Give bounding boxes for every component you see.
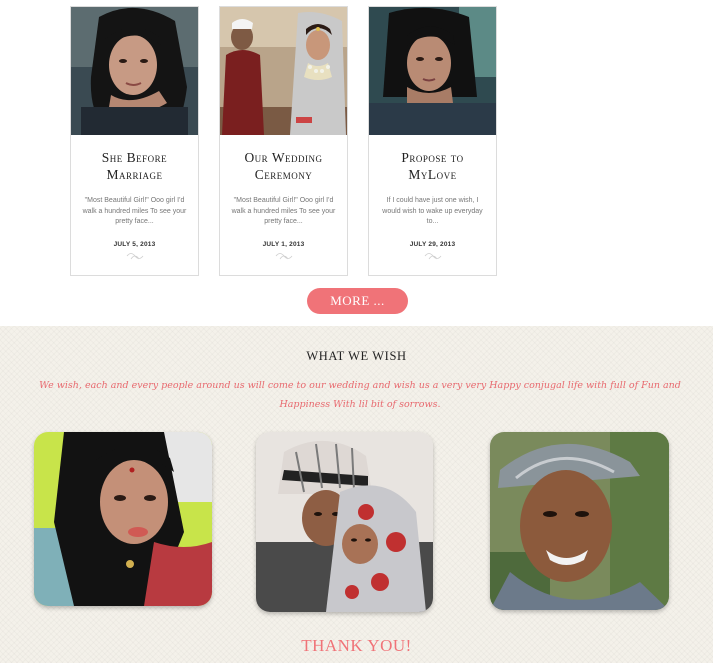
more-button[interactable]: MORE ... — [307, 288, 408, 314]
section-heading: WHAT WE WISH — [306, 349, 407, 363]
post-date: JULY 5, 2013 — [113, 241, 156, 248]
ornament-icon — [424, 253, 441, 260]
post-title[interactable]: She Before Marriage — [71, 149, 198, 183]
post-title[interactable]: Our Wedding Ceremony — [220, 149, 347, 183]
post-date: JULY 29, 2013 — [409, 241, 456, 248]
post-card[interactable]: Propose to MyLove If I could have just on… — [368, 6, 497, 276]
bride-photo[interactable] — [34, 432, 212, 606]
post-excerpt: "Most Beautiful Girl!" Ooo girl I'd walk… — [82, 197, 187, 225]
post-photo[interactable] — [369, 7, 496, 135]
post-excerpt: "Most Beautiful Girl!" Ooo girl I'd walk… — [231, 197, 336, 225]
post-card[interactable]: She Before Marriage "Most Beautiful Girl!… — [70, 6, 199, 276]
post-excerpt: If I could have just one wish, I would w… — [382, 197, 483, 225]
post-date: JULY 1, 2013 — [262, 241, 305, 248]
groom-photo[interactable] — [490, 432, 669, 610]
ornament-icon — [126, 253, 143, 260]
post-title[interactable]: Propose to MyLove — [369, 149, 496, 183]
couple-photo[interactable] — [256, 432, 433, 612]
ornament-icon — [275, 253, 292, 260]
post-card[interactable]: Our Wedding Ceremony "Most Beautiful Girl… — [219, 6, 348, 276]
post-photo[interactable] — [71, 7, 198, 135]
post-photo[interactable] — [220, 7, 347, 135]
wish-message: We wish, each and every people around us… — [39, 380, 681, 410]
recent-posts-section: She Before Marriage "Most Beautiful Girl!… — [0, 0, 713, 326]
thank-you-text: THANK YOU! — [301, 636, 412, 655]
what-we-wish-section: WHAT WE WISH We wish, each and every peo… — [0, 326, 713, 663]
